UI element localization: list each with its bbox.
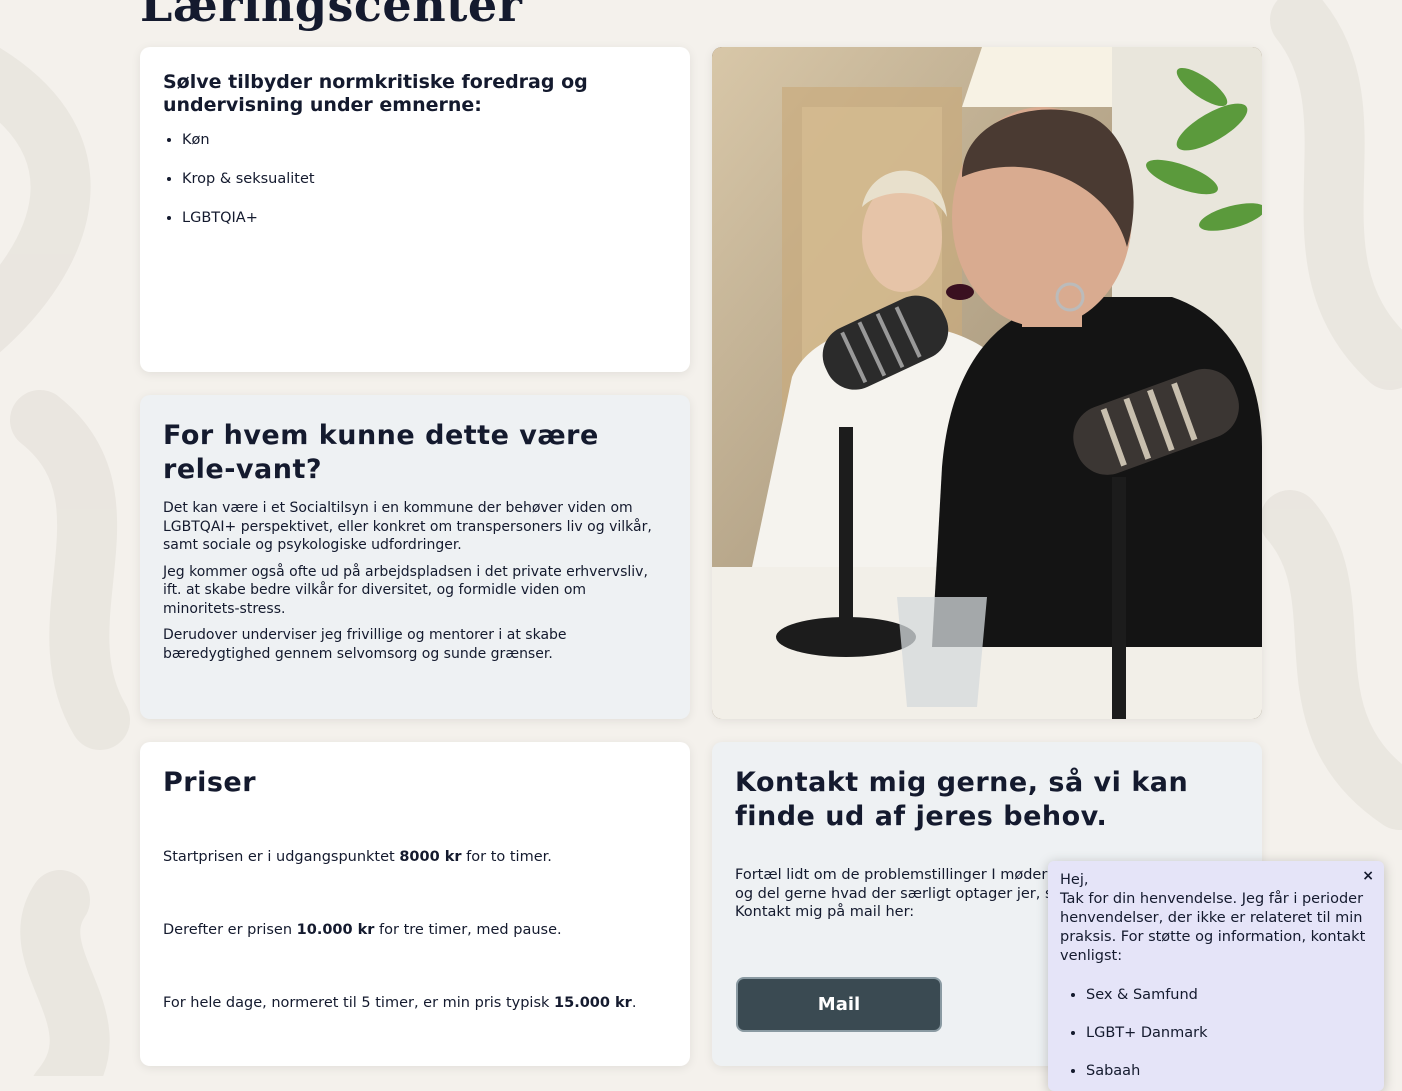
list-item: Køn — [182, 131, 667, 150]
popup-link-lgbt-danmark[interactable]: LGBT+ Danmark — [1086, 1024, 1372, 1043]
info-popup: × Hej, Tak for din henvendelse. Jeg får … — [1048, 861, 1384, 1091]
list-item: LGBTQIA+ — [182, 209, 667, 228]
price-amount: 15.000 kr — [554, 995, 632, 1011]
price-text: for to timer. — [461, 849, 552, 865]
price-text: for tre timer, med pause. — [374, 922, 562, 938]
topics-list: Køn Krop & seksualitet LGBTQIA+ — [163, 131, 667, 228]
popup-link-sex-samfund[interactable]: Sex & Samfund — [1086, 986, 1372, 1005]
price-line-3: For hele dage, normeret til 5 timer, er … — [163, 994, 667, 1013]
popup-links: Sex & Samfund LGBT+ Danmark Sabaah — [1060, 986, 1372, 1081]
popup-message: Tak for din henvendelse. Jeg får i perio… — [1060, 891, 1366, 964]
speaker-photo — [712, 47, 1262, 719]
prices-card: Priser Startprisen er i udgangspunktet 8… — [140, 742, 690, 1066]
podcast-photo-illustration — [712, 47, 1262, 719]
price-amount: 10.000 kr — [296, 922, 375, 938]
price-text: . — [631, 995, 637, 1011]
popup-link-sabaah[interactable]: Sabaah — [1086, 1062, 1372, 1081]
price-text: For hele dage, normeret til 5 timer, er … — [163, 995, 555, 1011]
price-amount: 8000 kr — [399, 849, 462, 865]
audience-paragraph: Det kan være i et Socialtilsyn i en komm… — [163, 500, 652, 553]
audience-heading: For hvem kunne dette være rele-vant? — [163, 420, 599, 485]
close-icon[interactable]: × — [1362, 869, 1374, 883]
contact-heading: Kontakt mig gerne, så vi kan finde ud af… — [735, 767, 1189, 832]
price-text: Derefter er prisen — [163, 922, 297, 938]
price-text: Startprisen er i udgangspunktet — [163, 849, 400, 865]
audience-paragraph: Jeg kommer også ofte ud på arbejdspladse… — [163, 563, 648, 617]
audience-card: For hvem kunne dette være rele-vant? Det… — [140, 395, 690, 719]
price-line-2: Derefter er prisen 10.000 kr for tre tim… — [163, 921, 667, 940]
prices-heading: Priser — [163, 767, 257, 798]
list-item: Krop & seksualitet — [182, 170, 667, 189]
topics-card: Sølve tilbyder normkritiske foredrag og … — [140, 47, 690, 372]
topics-heading: Sølve tilbyder normkritiske foredrag og … — [163, 71, 588, 116]
mail-button[interactable]: Mail — [736, 977, 942, 1032]
audience-paragraph: Derudover underviser jeg frivillige og m… — [163, 627, 567, 662]
popup-greeting: Hej, — [1060, 872, 1089, 888]
page-title: Læringscenter — [140, 0, 523, 32]
price-line-1: Startprisen er i udgangspunktet 8000 kr … — [163, 848, 667, 867]
